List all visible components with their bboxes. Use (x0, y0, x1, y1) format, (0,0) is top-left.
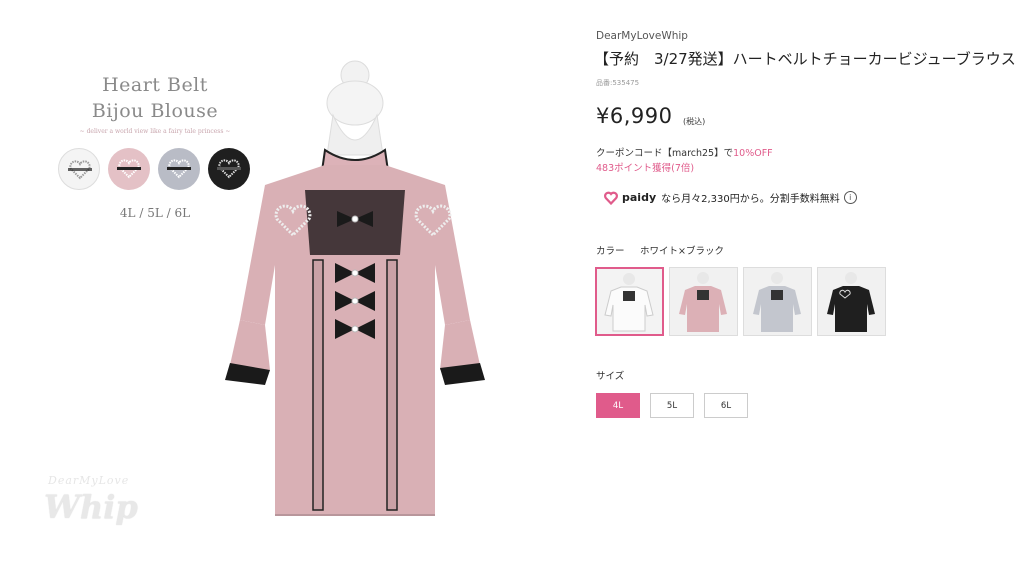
product-price: ¥6,990 (596, 104, 673, 128)
paidy-text: なら月々2,330円から。分割手数料無料 (661, 194, 840, 205)
coupon-text: クーポンコード【march25】で (596, 148, 734, 159)
heart-bijou-icon (167, 159, 191, 179)
info-icon[interactable]: i (843, 191, 857, 204)
color-value: ホワイト×ブラック (640, 246, 724, 257)
heart-bijou-icon (117, 159, 141, 179)
swatch-pink (108, 148, 150, 190)
paidy-heart-icon (604, 191, 618, 205)
blouse-thumb-pink (679, 272, 727, 332)
size-selector: 4L 5L 6L (596, 393, 748, 418)
watermark-bottom: Whip (44, 488, 138, 526)
product-title: 【予約 3/27発送】ハートベルトチョーカービジューブラウス (594, 50, 1016, 68)
paidy-logo-text: paidy (622, 191, 657, 204)
tax-note: (税込) (683, 117, 706, 126)
product-code: 品番:535475 (596, 79, 640, 87)
color-thumb-white[interactable] (595, 267, 664, 336)
color-label: カラー (596, 246, 625, 257)
color-thumb-pink[interactable] (669, 267, 738, 336)
blouse-thumb-black (827, 272, 875, 332)
size-label: サイズ (596, 371, 625, 382)
color-thumb-grey[interactable] (743, 267, 812, 336)
brand-link[interactable]: DearMyLoveWhip (596, 30, 688, 42)
coupon-off: 10%OFF (733, 148, 773, 159)
product-image-panel: Heart Belt Bijou Blouse ~ deliver a worl… (0, 0, 575, 576)
coupon-notice: クーポンコード【march25】で10%OFF (596, 145, 773, 159)
swatch-grey (158, 148, 200, 190)
heart-bijou-icon (68, 160, 92, 180)
watermark-top: DearMyLove (48, 474, 130, 487)
points-notice: 483ポイント獲得(7倍) (596, 163, 695, 174)
swatch-white (58, 148, 100, 190)
blouse-product-photo (225, 60, 485, 516)
size-button-6l[interactable]: 6L (704, 393, 748, 418)
blouse-thumb-white (604, 273, 654, 332)
size-button-4l[interactable]: 4L (596, 393, 640, 418)
blouse-thumb-grey (753, 272, 801, 332)
paidy-banner[interactable]: paidy なら月々2,330円から。分割手数料無料 i (604, 190, 857, 205)
color-thumb-black[interactable] (817, 267, 886, 336)
color-thumbnails (595, 267, 886, 336)
size-button-5l[interactable]: 5L (650, 393, 694, 418)
